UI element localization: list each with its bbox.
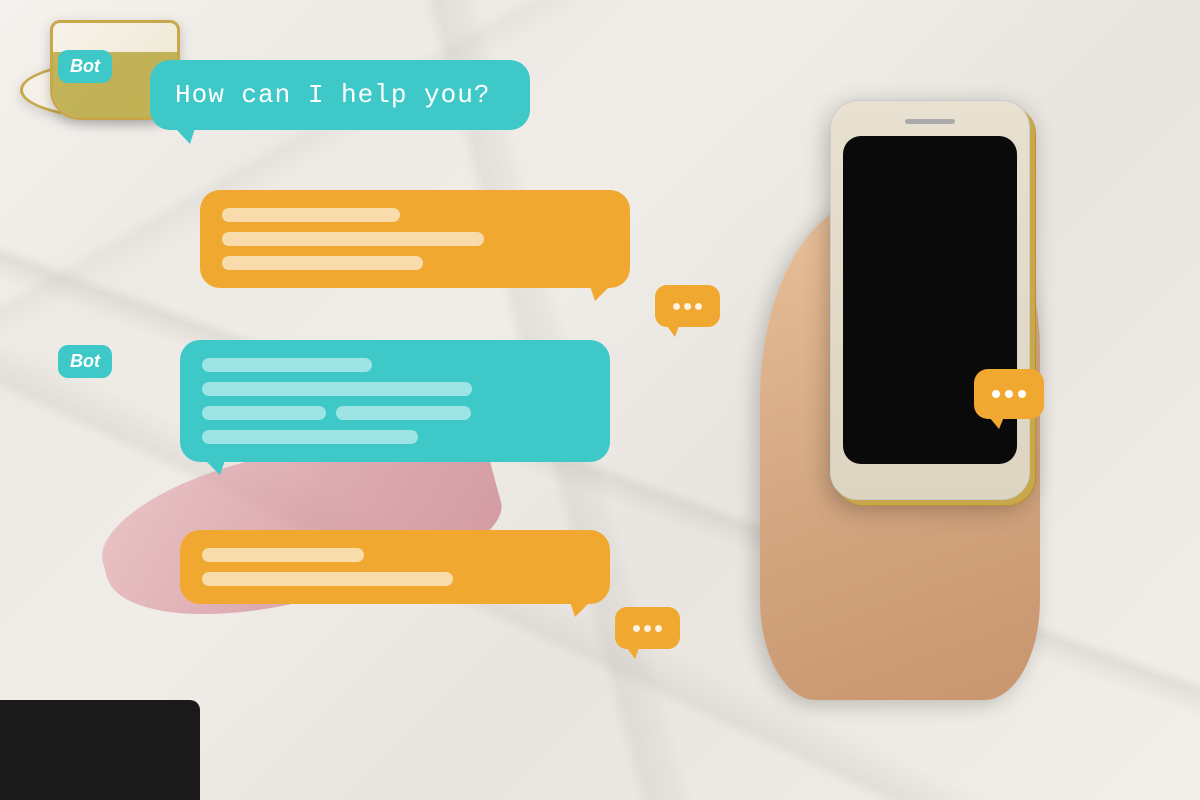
bot-bubble-2-line-3b	[336, 406, 471, 420]
phone-body	[830, 100, 1030, 500]
bot-bubble-1: How can I help you?	[150, 60, 530, 130]
bot-bubble-2-line-4	[202, 430, 418, 444]
user-bubble-1-line-2	[222, 232, 484, 246]
user-bubble-2-line-2	[202, 572, 453, 586]
bot-label-2: Bot	[58, 345, 112, 378]
user-bubble-1-line-3	[222, 256, 423, 270]
typing-dot-1	[673, 303, 680, 310]
dark-surface-area	[0, 700, 200, 800]
phone-dot-3	[1018, 390, 1026, 398]
typing-dot-3	[695, 303, 702, 310]
user-bubble-2	[180, 530, 610, 604]
bot-bubble-2-line-2	[202, 382, 472, 396]
phone-dot-2	[1005, 390, 1013, 398]
typing-indicator-1	[655, 285, 720, 327]
typing-indicator-2	[615, 607, 680, 649]
typing-dot-6	[655, 625, 662, 632]
phone-dot-1	[992, 390, 1000, 398]
phone-typing-bubble	[974, 369, 1044, 419]
bot-bubble-2	[180, 340, 610, 462]
user-bubble-2-line-1	[202, 548, 364, 562]
typing-dot-5	[644, 625, 651, 632]
phone-speaker	[905, 119, 955, 124]
user-bubble-1-line-1	[222, 208, 400, 222]
bot-bubble-1-text: How can I help you?	[175, 80, 490, 110]
bot-bubble-2-line-1	[202, 358, 372, 372]
bot-label-1: Bot	[58, 50, 112, 83]
typing-dot-4	[633, 625, 640, 632]
phone-hand-area	[800, 80, 1120, 700]
user-bubble-1	[200, 190, 630, 288]
bot-bubble-2-line-3a	[202, 406, 326, 420]
typing-dot-2	[684, 303, 691, 310]
